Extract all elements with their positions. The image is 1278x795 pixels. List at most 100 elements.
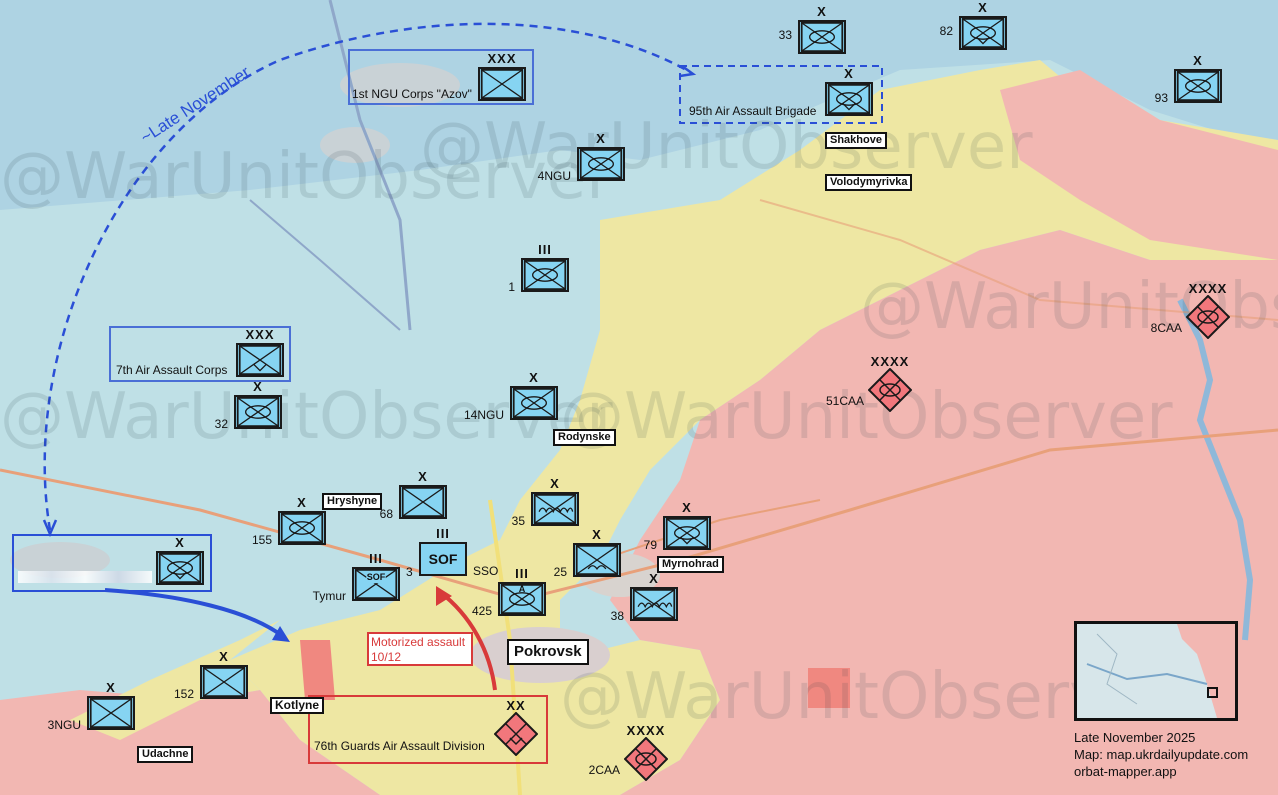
unit-25[interactable]: X 25 [554, 528, 621, 579]
town-kotlyne[interactable]: Kotlyne [270, 697, 325, 714]
unit-4ngu[interactable]: X 4NGU [538, 132, 625, 183]
town-shakhove[interactable]: Shakhove [825, 132, 887, 149]
echelon-mark: XXX [245, 327, 275, 342]
echelon-mark: XX [506, 698, 526, 713]
echelon-mark: XXXX [626, 723, 666, 738]
unit-west-air-assault[interactable]: X [156, 536, 204, 585]
unit-32[interactable]: X 32 [215, 380, 282, 431]
echelon-mark: III [369, 551, 383, 566]
echelon-mark: X [592, 527, 602, 542]
echelon-mark: X [297, 495, 307, 510]
echelon-mark: III [515, 566, 529, 581]
enemy-mechanized-icon [624, 737, 668, 781]
battle-map[interactable]: @WarUnitObserver @WarUnitObserver @WarUn… [0, 0, 1278, 795]
enemy-air-assault-icon [494, 712, 538, 756]
air-assault-icon [825, 82, 873, 116]
unit-95-air-assault[interactable]: X [825, 67, 873, 116]
map-credit: orbat-mapper.app [1074, 764, 1177, 779]
assault-letter: A [518, 584, 526, 594]
enemy-mechanized-icon [868, 368, 912, 412]
echelon-mark: X [253, 379, 263, 394]
echelon-mark: X [649, 571, 659, 586]
infantry-icon [87, 696, 135, 730]
mechanized-icon [798, 20, 846, 54]
air-assault-icon [156, 551, 204, 585]
town-pokrovsk[interactable]: Pokrovsk [507, 639, 589, 665]
unit-label: 93 [1154, 91, 1168, 105]
unit-33[interactable]: X 33 [779, 5, 846, 54]
echelon-mark: X [682, 500, 692, 515]
echelon-mark: X [596, 131, 606, 146]
overview-map-graphic [1077, 624, 1235, 718]
unit-93[interactable]: X 93 [1155, 54, 1222, 105]
mechanized-icon [278, 511, 326, 545]
watermark: @WarUnitObserver [420, 110, 1033, 184]
unit-label: 25 [553, 565, 567, 579]
sof-text: SOF [366, 572, 386, 582]
unit-3ngu[interactable]: X 3NGU [48, 681, 135, 732]
unit-label: 8CAA [1150, 321, 1182, 335]
echelon-mark: XXXX [1188, 281, 1228, 296]
mechanized-icon [1174, 69, 1222, 103]
watermark: @WarUnitObserver [560, 380, 1173, 454]
echelon-mark: III [538, 242, 552, 257]
unit-425[interactable]: III A 425 [472, 567, 546, 618]
unit-label: Tymur [312, 589, 346, 603]
unit-155[interactable]: X 155 [252, 496, 326, 547]
echelon-mark: X [550, 476, 560, 491]
echelon-mark: X [844, 66, 854, 81]
echelon-mark: X [817, 4, 827, 19]
azov-corps-label: 1st NGU Corps "Azov" [352, 87, 472, 101]
enemy-8caa[interactable]: XXXX 8CAA [1151, 281, 1230, 339]
air-assault-7-label: 7th Air Assault Corps [116, 363, 228, 377]
echelon-mark: III [436, 526, 450, 541]
unit-label: 14NGU [463, 408, 504, 422]
unit-label: 38 [610, 609, 624, 623]
unit-label: 1 [508, 280, 515, 294]
echelon-mark: X [418, 469, 428, 484]
unit-label: 425 [471, 604, 492, 618]
unit-14ngu[interactable]: X 14NGU [464, 371, 558, 422]
unit-3-sof[interactable]: III SOF 3 Tymur [313, 552, 413, 604]
echelon-mark: X [219, 649, 229, 664]
sof-text: SOF [428, 551, 458, 567]
infantry-icon [399, 485, 447, 519]
mechanized-icon [577, 147, 625, 181]
unit-79[interactable]: X 79 [644, 501, 711, 552]
unit-label: 82 [939, 24, 953, 38]
enemy-51caa[interactable]: XXXX 51CAA [826, 354, 912, 412]
unit-1[interactable]: III 1 [508, 243, 569, 294]
motorized-assault-line1: Motorized assault [371, 635, 466, 649]
town-hryshyne[interactable]: Hryshyne [322, 493, 383, 510]
town-volodymyrivka[interactable]: Volodymyrivka [825, 174, 913, 191]
enemy-76-guards[interactable]: XX [494, 698, 538, 756]
marine-icon [630, 587, 678, 621]
map-info: Late November 2025 Map: map.ukrdailyupda… [1074, 729, 1248, 780]
airborne-icon [573, 543, 621, 577]
azov-corps-unit[interactable]: XXX [478, 52, 526, 101]
air-assault-95-label: 95th Air Assault Brigade [689, 104, 817, 118]
unit-label: 79 [643, 538, 657, 552]
echelon-mark: XXX [487, 51, 517, 66]
town-myrnohrad[interactable]: Myrnohrad [657, 556, 724, 573]
echelon-mark: X [978, 0, 988, 15]
map-source: Map: map.ukrdailyupdate.com [1074, 747, 1249, 762]
unit-label: 4NGU [537, 169, 571, 183]
unit-38[interactable]: X 38 [611, 572, 678, 623]
town-rodynske[interactable]: Rodynske [553, 429, 616, 446]
echelon-mark: XXXX [870, 354, 910, 369]
infantry-icon [478, 67, 526, 101]
enemy-mechanized-icon [1186, 295, 1230, 339]
unit-152[interactable]: X 152 [174, 650, 248, 701]
unit-label: 3 [406, 565, 413, 579]
unit-35[interactable]: X 35 [512, 477, 579, 528]
unit-82[interactable]: X 82 [940, 1, 1007, 50]
unit-68[interactable]: X 68 [380, 470, 447, 521]
air-assault-icon [236, 343, 284, 377]
overview-inset-map[interactable] [1074, 621, 1238, 721]
town-udachne[interactable]: Udachne [137, 746, 194, 763]
unit-7-air-assault[interactable]: XXX [236, 328, 284, 377]
unit-sso[interactable]: III SOF SSO [419, 527, 498, 578]
enemy-2caa[interactable]: XXXX 2CAA [589, 723, 668, 781]
unit-label: SSO [473, 564, 499, 578]
